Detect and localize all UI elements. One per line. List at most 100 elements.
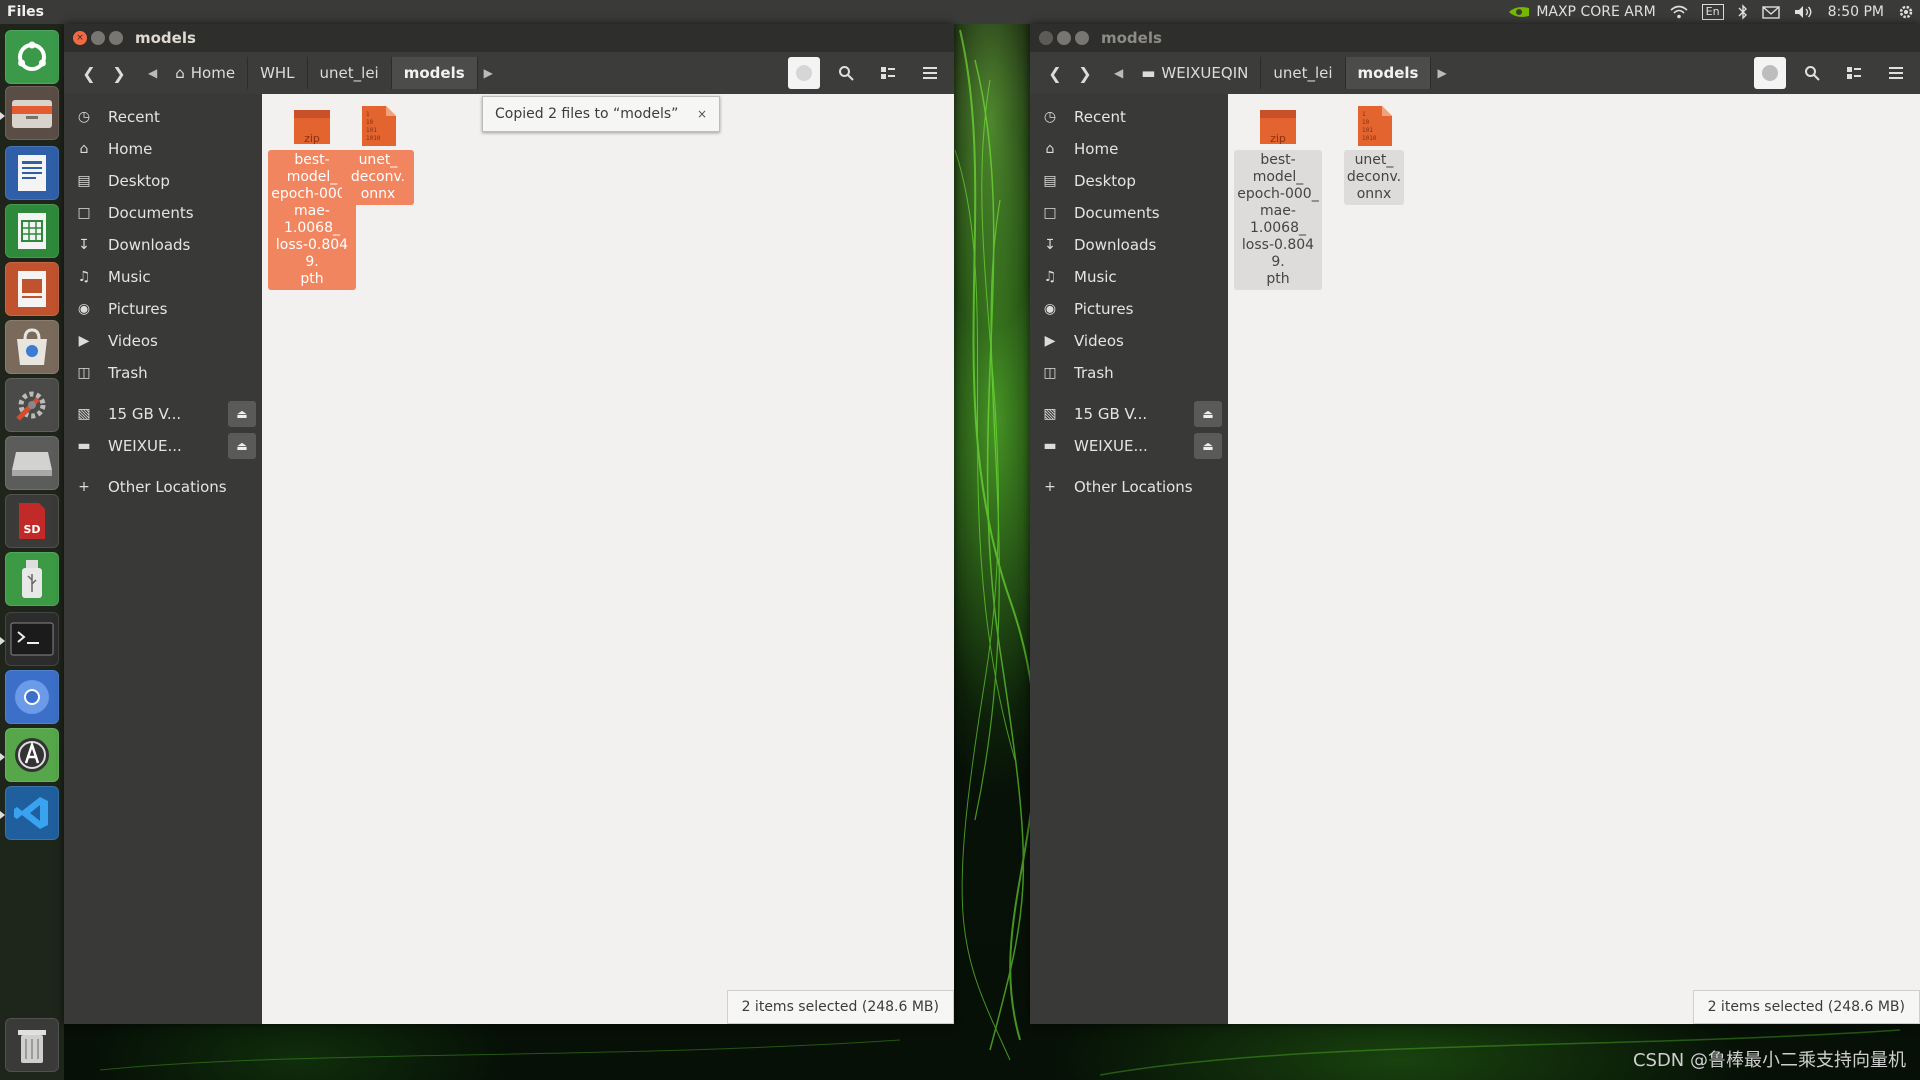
search-button[interactable] bbox=[830, 57, 862, 89]
nvidia-indicator[interactable]: MAXP CORE ARM bbox=[1508, 4, 1656, 20]
sidebar-item-desktop[interactable]: ▤ Desktop bbox=[64, 166, 262, 196]
usb-drive-icon[interactable] bbox=[5, 552, 59, 606]
breadcrumb-scroll-left[interactable]: ◀ bbox=[1108, 66, 1129, 80]
bluetooth-icon[interactable] bbox=[1738, 4, 1748, 20]
sidebar-item-music[interactable]: ♫ Music bbox=[64, 262, 262, 292]
system-settings-icon[interactable] bbox=[5, 378, 59, 432]
music-icon: ♫ bbox=[1043, 269, 1057, 285]
sidebar-item-volume-15gb[interactable]: ▧ 15 GB V... ⏏ bbox=[64, 399, 262, 429]
sidebar-item-other-locations[interactable]: + Other Locations bbox=[64, 472, 262, 502]
sidebar-item-volume-15gb[interactable]: ▧ 15 GB V... ⏏ bbox=[1030, 399, 1228, 429]
forward-button[interactable]: ❯ bbox=[104, 58, 134, 88]
breadcrumb-weixueqin[interactable]: ▬ WEIXUEQIN bbox=[1129, 57, 1262, 89]
sidebar-item-recent[interactable]: ◷ Recent bbox=[64, 102, 262, 132]
home-icon: ⌂ bbox=[1045, 141, 1055, 157]
sidebar-item-downloads[interactable]: ↧ Downloads bbox=[1030, 230, 1228, 260]
sidebar-item-label: Music bbox=[1074, 268, 1117, 286]
sidebar-item-desktop[interactable]: ▤ Desktop bbox=[1030, 166, 1228, 196]
close-icon[interactable]: × bbox=[697, 107, 707, 121]
close-button[interactable] bbox=[1039, 31, 1053, 45]
running-indicator bbox=[0, 637, 5, 645]
forward-button[interactable]: ❯ bbox=[1070, 58, 1100, 88]
sd-card-icon[interactable]: SD bbox=[5, 494, 59, 548]
sidebar-item-label: 15 GB V... bbox=[1074, 405, 1148, 423]
menu-button[interactable] bbox=[914, 57, 946, 89]
view-mode-button[interactable] bbox=[872, 57, 904, 89]
breadcrumb-whl[interactable]: WHL bbox=[248, 57, 308, 89]
search-button[interactable] bbox=[1796, 57, 1828, 89]
close-button[interactable]: × bbox=[73, 31, 87, 45]
maximize-button[interactable] bbox=[109, 31, 123, 45]
chromium-icon[interactable] bbox=[5, 670, 59, 724]
breadcrumb-home[interactable]: ⌂ Home bbox=[163, 57, 249, 89]
eject-button[interactable]: ⏏ bbox=[1194, 401, 1222, 427]
minimize-button[interactable] bbox=[91, 31, 105, 45]
sidebar-item-documents[interactable]: □ Documents bbox=[1030, 198, 1228, 228]
volume-icon[interactable] bbox=[1794, 5, 1814, 19]
software-updater-icon[interactable] bbox=[5, 728, 59, 782]
sidebar-item-videos[interactable]: ▶ Videos bbox=[1030, 326, 1228, 356]
sidebar-item-videos[interactable]: ▶ Videos bbox=[64, 326, 262, 356]
file-item-unet-deconv[interactable]: 1 10 101 1010 unet_ deconv. onnx bbox=[342, 104, 414, 205]
sidebar-item-weixue[interactable]: ▬ WEIXUE... ⏏ bbox=[1030, 431, 1228, 461]
trash-icon[interactable] bbox=[5, 1018, 59, 1072]
file-item-best-model[interactable]: zip best-model_ epoch-000_ mae- 1.0068_ loss… bbox=[1234, 104, 1322, 290]
back-button[interactable]: ❮ bbox=[1040, 58, 1070, 88]
sidebar-item-label: Documents bbox=[1074, 204, 1160, 222]
sidebar-item-label: Videos bbox=[1074, 332, 1124, 350]
terminal-icon[interactable] bbox=[5, 612, 59, 666]
eject-button[interactable]: ⏏ bbox=[1194, 433, 1222, 459]
mail-icon[interactable] bbox=[1761, 5, 1780, 19]
operations-button[interactable] bbox=[788, 57, 820, 89]
sidebar-item-music[interactable]: ♫ Music bbox=[1030, 262, 1228, 292]
sidebar-item-trash[interactable]: ◫ Trash bbox=[1030, 358, 1228, 388]
drive-icon[interactable] bbox=[5, 436, 59, 490]
vscode-icon[interactable] bbox=[5, 786, 59, 840]
breadcrumb-scroll-right[interactable]: ▶ bbox=[1431, 66, 1452, 80]
sidebar-item-trash[interactable]: ◫ Trash bbox=[64, 358, 262, 388]
wifi-icon[interactable] bbox=[1670, 5, 1688, 19]
software-store-icon[interactable] bbox=[5, 320, 59, 374]
sidebar-item-label: Trash bbox=[1074, 364, 1114, 382]
eject-button[interactable]: ⏏ bbox=[228, 401, 256, 427]
sidebar-item-label: Other Locations bbox=[1074, 478, 1193, 496]
gear-icon[interactable] bbox=[1898, 4, 1914, 20]
files-icon[interactable] bbox=[5, 86, 59, 140]
sidebar-item-documents[interactable]: □ Documents bbox=[64, 198, 262, 228]
file-item-unet-deconv[interactable]: 1 10 101 1010 unet_ deconv. onnx bbox=[1344, 104, 1404, 205]
file-name: best-model_ epoch-000_ mae- 1.0068_ loss-0.8… bbox=[1234, 150, 1322, 290]
sidebar-item-weixue[interactable]: ▬ WEIXUE... ⏏ bbox=[64, 431, 262, 461]
impress-icon[interactable] bbox=[5, 262, 59, 316]
clock[interactable]: 8:50 PM bbox=[1828, 4, 1884, 20]
file-view[interactable]: zip best-model_ epoch-000_ mae- 1.0068_ loss… bbox=[1228, 94, 1920, 1024]
breadcrumb-unet-lei[interactable]: unet_lei bbox=[1261, 57, 1346, 89]
maximize-button[interactable] bbox=[1075, 31, 1089, 45]
file-view[interactable]: zip best-model_ epoch-000_ mae- 1.0068_ loss… bbox=[262, 94, 954, 1024]
sidebar-item-other-locations[interactable]: + Other Locations bbox=[1030, 472, 1228, 502]
sidebar-item-home[interactable]: ⌂ Home bbox=[1030, 134, 1228, 164]
operations-button[interactable] bbox=[1754, 57, 1786, 89]
calc-icon[interactable] bbox=[5, 204, 59, 258]
ubuntu-dash-icon[interactable] bbox=[5, 30, 59, 84]
menu-button[interactable] bbox=[1880, 57, 1912, 89]
sidebar-item-downloads[interactable]: ↧ Downloads bbox=[64, 230, 262, 260]
sidebar-item-recent[interactable]: ◷ Recent bbox=[1030, 102, 1228, 132]
minimize-button[interactable] bbox=[1057, 31, 1071, 45]
breadcrumb-models[interactable]: models bbox=[391, 57, 478, 89]
places-sidebar: ◷ Recent ⌂ Home ▤ Desktop □ Documents ↧ Downl… bbox=[1030, 94, 1228, 1024]
breadcrumb-unet-lei[interactable]: unet_lei bbox=[308, 57, 392, 89]
writer-icon[interactable] bbox=[5, 146, 59, 200]
keyboard-indicator[interactable]: En bbox=[1701, 4, 1724, 20]
breadcrumb-scroll-right[interactable]: ▶ bbox=[478, 66, 499, 80]
back-button[interactable]: ❮ bbox=[74, 58, 104, 88]
home-icon: ⌂ bbox=[175, 64, 185, 82]
breadcrumb-scroll-left[interactable]: ◀ bbox=[142, 66, 163, 80]
breadcrumb-models[interactable]: models bbox=[1345, 57, 1432, 89]
sidebar-item-home[interactable]: ⌂ Home bbox=[64, 134, 262, 164]
sidebar-item-pictures[interactable]: ◉ Pictures bbox=[1030, 294, 1228, 324]
view-mode-button[interactable] bbox=[1838, 57, 1870, 89]
eject-button[interactable]: ⏏ bbox=[228, 433, 256, 459]
file-manager-window-right: models ❮ ❯ ◀ ▬ WEIXUEQIN unet_lei models … bbox=[1030, 24, 1920, 1024]
chevron-left-icon: ❮ bbox=[82, 63, 96, 83]
sidebar-item-pictures[interactable]: ◉ Pictures bbox=[64, 294, 262, 324]
